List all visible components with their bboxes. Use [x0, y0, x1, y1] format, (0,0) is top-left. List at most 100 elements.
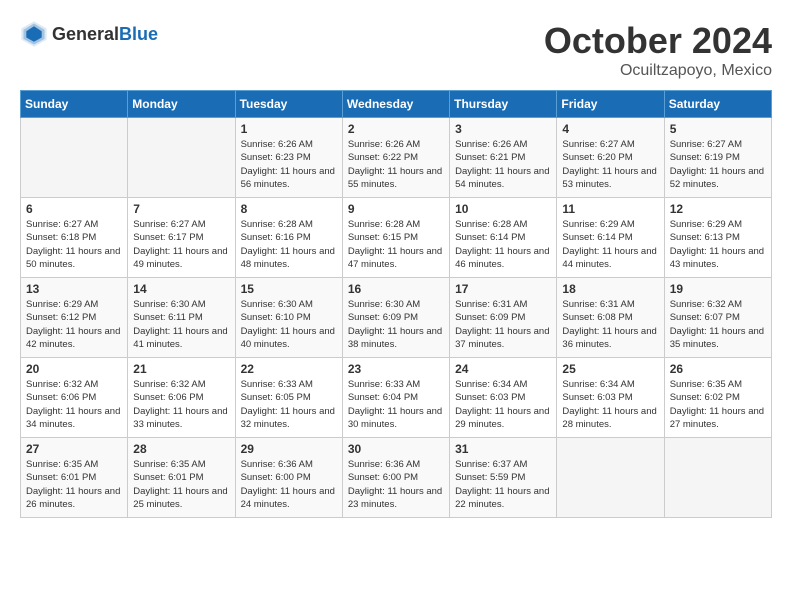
calendar-cell: 26 Sunrise: 6:35 AMSunset: 6:02 PMDayligh… — [664, 358, 771, 438]
weekday-header: Monday — [128, 91, 235, 118]
day-number: 31 — [455, 442, 551, 456]
day-number: 29 — [241, 442, 337, 456]
calendar-cell: 17Sunrise: 6:31 AMSunset: 6:09 PMDayligh… — [450, 278, 557, 358]
day-number: 12 — [670, 202, 766, 216]
calendar-cell: 1 Sunrise: 6:26 AMSunset: 6:23 PMDaylight… — [235, 118, 342, 198]
calendar-cell — [128, 118, 235, 198]
day-number: 25 — [562, 362, 658, 376]
calendar-cell: 7Sunrise: 6:27 AMSunset: 6:17 PMDaylight… — [128, 198, 235, 278]
header-row: SundayMondayTuesdayWednesdayThursdayFrid… — [21, 91, 772, 118]
day-number: 2 — [348, 122, 444, 136]
day-info: Sunrise: 6:26 AMSunset: 6:22 PMDaylight:… — [348, 138, 444, 191]
day-info: Sunrise: 6:28 AMSunset: 6:16 PMDaylight:… — [241, 218, 337, 271]
day-number: 3 — [455, 122, 551, 136]
weekday-header: Thursday — [450, 91, 557, 118]
calendar-week-row: 20 Sunrise: 6:32 AMSunset: 6:06 PMDayligh… — [21, 358, 772, 438]
day-info: Sunrise: 6:35 AMSunset: 6:02 PMDaylight:… — [670, 378, 766, 431]
calendar-cell: 9 Sunrise: 6:28 AMSunset: 6:15 PMDaylight… — [342, 198, 449, 278]
calendar-cell: 12 Sunrise: 6:29 AMSunset: 6:13 PMDayligh… — [664, 198, 771, 278]
calendar-cell: 21Sunrise: 6:32 AMSunset: 6:06 PMDayligh… — [128, 358, 235, 438]
day-info: Sunrise: 6:30 AMSunset: 6:10 PMDaylight:… — [241, 298, 337, 351]
day-info: Sunrise: 6:36 AMSunset: 6:00 PMDaylight:… — [241, 458, 337, 511]
calendar-cell: 30 Sunrise: 6:36 AMSunset: 6:00 PMDayligh… — [342, 438, 449, 518]
day-number: 16 — [348, 282, 444, 296]
calendar-week-row: 13 Sunrise: 6:29 AMSunset: 6:12 PMDayligh… — [21, 278, 772, 358]
calendar-cell: 16 Sunrise: 6:30 AMSunset: 6:09 PMDayligh… — [342, 278, 449, 358]
calendar-cell: 3 Sunrise: 6:26 AMSunset: 6:21 PMDaylight… — [450, 118, 557, 198]
calendar-cell: 5Sunrise: 6:27 AMSunset: 6:19 PMDaylight… — [664, 118, 771, 198]
day-number: 20 — [26, 362, 122, 376]
day-info: Sunrise: 6:30 AMSunset: 6:09 PMDaylight:… — [348, 298, 444, 351]
day-number: 28 — [133, 442, 229, 456]
calendar-cell: 10 Sunrise: 6:28 AMSunset: 6:14 PMDayligh… — [450, 198, 557, 278]
day-info: Sunrise: 6:36 AMSunset: 6:00 PMDaylight:… — [348, 458, 444, 511]
calendar-cell — [557, 438, 664, 518]
calendar-cell: 8 Sunrise: 6:28 AMSunset: 6:16 PMDaylight… — [235, 198, 342, 278]
day-info: Sunrise: 6:35 AMSunset: 6:01 PMDaylight:… — [26, 458, 122, 511]
calendar-cell: 27Sunrise: 6:35 AMSunset: 6:01 PMDayligh… — [21, 438, 128, 518]
day-number: 23 — [348, 362, 444, 376]
weekday-header: Tuesday — [235, 91, 342, 118]
day-info: Sunrise: 6:37 AMSunset: 5:59 PMDaylight:… — [455, 458, 551, 511]
day-info: Sunrise: 6:28 AMSunset: 6:14 PMDaylight:… — [455, 218, 551, 271]
day-number: 8 — [241, 202, 337, 216]
weekday-header: Wednesday — [342, 91, 449, 118]
location-title: Ocuiltzapoyo, Mexico — [544, 62, 772, 80]
day-number: 1 — [241, 122, 337, 136]
calendar-cell — [664, 438, 771, 518]
calendar-cell: 6 Sunrise: 6:27 AMSunset: 6:18 PMDaylight… — [21, 198, 128, 278]
calendar-cell: 18 Sunrise: 6:31 AMSunset: 6:08 PMDayligh… — [557, 278, 664, 358]
day-number: 6 — [26, 202, 122, 216]
day-info: Sunrise: 6:29 AMSunset: 6:13 PMDaylight:… — [670, 218, 766, 271]
calendar-cell: 4Sunrise: 6:27 AMSunset: 6:20 PMDaylight… — [557, 118, 664, 198]
logo-text: GeneralBlue — [52, 24, 158, 45]
day-info: Sunrise: 6:28 AMSunset: 6:15 PMDaylight:… — [348, 218, 444, 271]
day-info: Sunrise: 6:27 AMSunset: 6:19 PMDaylight:… — [670, 138, 766, 191]
day-number: 18 — [562, 282, 658, 296]
day-info: Sunrise: 6:32 AMSunset: 6:07 PMDaylight:… — [670, 298, 766, 351]
day-info: Sunrise: 6:26 AMSunset: 6:23 PMDaylight:… — [241, 138, 337, 191]
day-info: Sunrise: 6:32 AMSunset: 6:06 PMDaylight:… — [26, 378, 122, 431]
title-block: October 2024 Ocuiltzapoyo, Mexico — [544, 20, 772, 80]
day-info: Sunrise: 6:32 AMSunset: 6:06 PMDaylight:… — [133, 378, 229, 431]
day-number: 13 — [26, 282, 122, 296]
calendar-cell: 31 Sunrise: 6:37 AMSunset: 5:59 PMDayligh… — [450, 438, 557, 518]
calendar-cell: 25Sunrise: 6:34 AMSunset: 6:03 PMDayligh… — [557, 358, 664, 438]
day-number: 10 — [455, 202, 551, 216]
calendar-cell: 19Sunrise: 6:32 AMSunset: 6:07 PMDayligh… — [664, 278, 771, 358]
calendar-week-row: 1 Sunrise: 6:26 AMSunset: 6:23 PMDaylight… — [21, 118, 772, 198]
day-number: 30 — [348, 442, 444, 456]
calendar-cell: 22 Sunrise: 6:33 AMSunset: 6:05 PMDayligh… — [235, 358, 342, 438]
day-info: Sunrise: 6:33 AMSunset: 6:04 PMDaylight:… — [348, 378, 444, 431]
calendar-cell: 24Sunrise: 6:34 AMSunset: 6:03 PMDayligh… — [450, 358, 557, 438]
day-number: 15 — [241, 282, 337, 296]
day-info: Sunrise: 6:30 AMSunset: 6:11 PMDaylight:… — [133, 298, 229, 351]
day-info: Sunrise: 6:33 AMSunset: 6:05 PMDaylight:… — [241, 378, 337, 431]
day-info: Sunrise: 6:31 AMSunset: 6:08 PMDaylight:… — [562, 298, 658, 351]
logo: GeneralBlue — [20, 20, 158, 48]
day-info: Sunrise: 6:34 AMSunset: 6:03 PMDaylight:… — [455, 378, 551, 431]
month-title: October 2024 — [544, 20, 772, 62]
day-number: 9 — [348, 202, 444, 216]
day-number: 4 — [562, 122, 658, 136]
day-number: 7 — [133, 202, 229, 216]
day-info: Sunrise: 6:29 AMSunset: 6:14 PMDaylight:… — [562, 218, 658, 271]
calendar-cell: 11 Sunrise: 6:29 AMSunset: 6:14 PMDayligh… — [557, 198, 664, 278]
calendar-cell: 14Sunrise: 6:30 AMSunset: 6:11 PMDayligh… — [128, 278, 235, 358]
day-info: Sunrise: 6:31 AMSunset: 6:09 PMDaylight:… — [455, 298, 551, 351]
day-info: Sunrise: 6:26 AMSunset: 6:21 PMDaylight:… — [455, 138, 551, 191]
day-number: 22 — [241, 362, 337, 376]
calendar-cell — [21, 118, 128, 198]
calendar-week-row: 27Sunrise: 6:35 AMSunset: 6:01 PMDayligh… — [21, 438, 772, 518]
day-info: Sunrise: 6:29 AMSunset: 6:12 PMDaylight:… — [26, 298, 122, 351]
logo-general: General — [52, 24, 119, 44]
day-info: Sunrise: 6:35 AMSunset: 6:01 PMDaylight:… — [133, 458, 229, 511]
day-number: 11 — [562, 202, 658, 216]
calendar-cell: 13 Sunrise: 6:29 AMSunset: 6:12 PMDayligh… — [21, 278, 128, 358]
weekday-header: Sunday — [21, 91, 128, 118]
calendar-cell: 28 Sunrise: 6:35 AMSunset: 6:01 PMDayligh… — [128, 438, 235, 518]
logo-blue: Blue — [119, 24, 158, 44]
calendar-cell: 20 Sunrise: 6:32 AMSunset: 6:06 PMDayligh… — [21, 358, 128, 438]
day-number: 26 — [670, 362, 766, 376]
day-info: Sunrise: 6:27 AMSunset: 6:18 PMDaylight:… — [26, 218, 122, 271]
